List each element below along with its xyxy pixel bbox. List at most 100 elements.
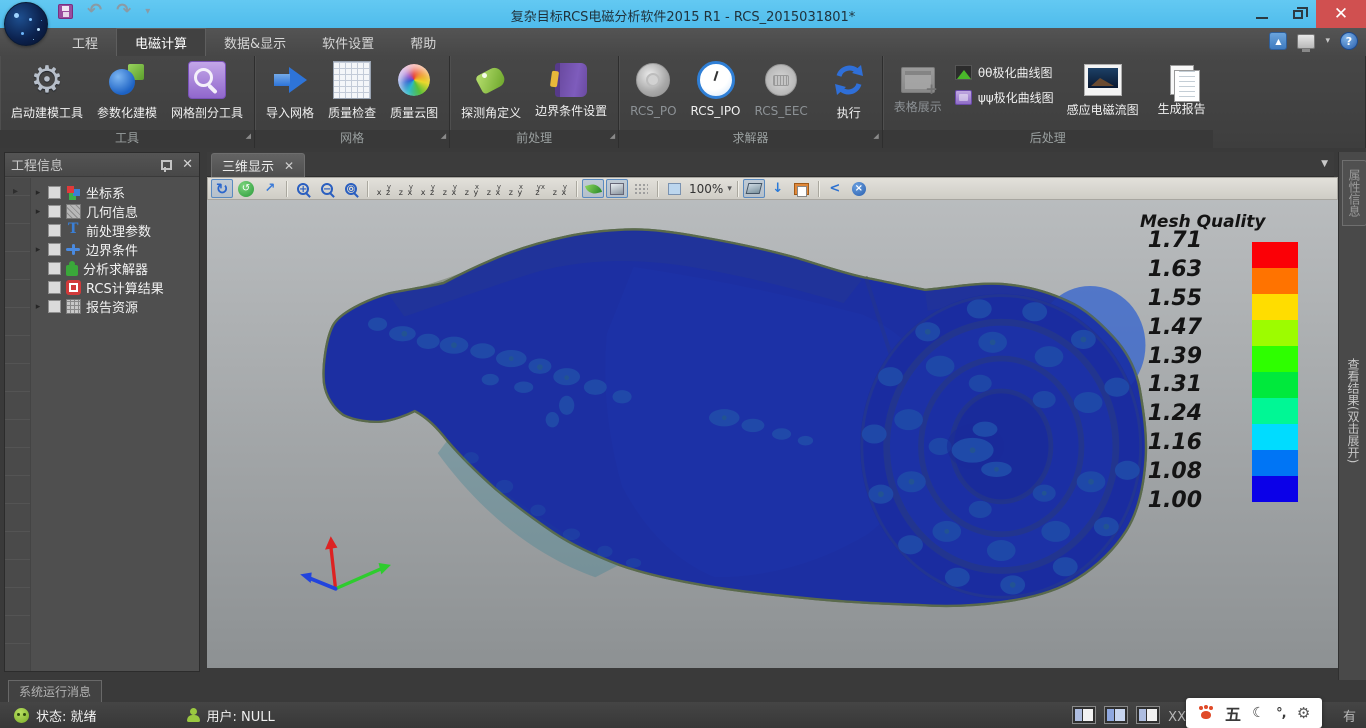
tab-help[interactable]: 帮助: [392, 28, 454, 56]
zoom-out-button[interactable]: −: [316, 179, 338, 198]
psi-curve-button[interactable]: ψψ极化曲线图: [955, 89, 1054, 106]
close-button[interactable]: ✕: [1316, 0, 1366, 28]
ime-gear-icon[interactable]: ⚙: [1297, 704, 1310, 722]
checkbox[interactable]: [48, 300, 61, 313]
user-text: 用户: NULL: [207, 706, 275, 725]
minimize-button[interactable]: [1244, 0, 1280, 28]
checkbox[interactable]: [48, 281, 61, 294]
zoom-in-button[interactable]: +: [292, 179, 314, 198]
tree-item-solver[interactable]: 分析求解器: [31, 259, 197, 278]
layout-split-button[interactable]: [1104, 706, 1128, 724]
viewport-3d[interactable]: Mesh Quality 1.711.631.551.471.391.311.2…: [207, 200, 1338, 668]
tree-item-boundary[interactable]: ▸ 边界条件: [31, 240, 197, 259]
tab-data-display[interactable]: 数据&显示: [206, 28, 304, 56]
layout-left-panel-button[interactable]: [1072, 706, 1096, 724]
view-orientation-button[interactable]: x z y: [461, 179, 483, 198]
opacity-button[interactable]: [663, 179, 685, 198]
group-expander-icon[interactable]: ◢: [246, 128, 251, 145]
clear-button[interactable]: ×: [848, 179, 870, 198]
app-logo[interactable]: [4, 2, 48, 46]
run-button[interactable]: 执行: [820, 58, 878, 128]
divider: [818, 181, 819, 197]
boundary-settings-button[interactable]: 边界条件设置: [528, 58, 614, 128]
group-expander-icon[interactable]: ◢: [441, 128, 446, 145]
pin-icon[interactable]: [160, 159, 170, 171]
tab-system-messages[interactable]: 系统运行消息: [8, 680, 102, 702]
tab-3d-display[interactable]: 三维显示 ✕: [211, 153, 305, 177]
view-orientation-button[interactable]: y x z: [373, 179, 395, 198]
collapse-ribbon-icon[interactable]: ▲: [1269, 32, 1287, 50]
orbit-view-button[interactable]: ↺: [235, 179, 257, 198]
help-icon[interactable]: ?: [1340, 32, 1358, 50]
view-orientation-button[interactable]: y z x: [483, 179, 505, 198]
zoom-level: 100%: [689, 182, 723, 196]
rotate-view-button[interactable]: ↻: [211, 179, 233, 198]
display-options-icon[interactable]: [1297, 34, 1315, 49]
expand-arrow-icon[interactable]: ▸: [33, 245, 43, 255]
checkbox[interactable]: [48, 205, 61, 218]
induced-current-button[interactable]: 感应电磁流图: [1060, 58, 1146, 128]
tree-item-report-resource[interactable]: ▸ 报告资源: [31, 297, 197, 316]
launch-modeling-button[interactable]: 启动建模工具: [4, 58, 90, 128]
tree-item-preprocess[interactable]: 前处理参数: [31, 221, 197, 240]
shaded-mode-button[interactable]: [606, 179, 628, 198]
rcs-po-button[interactable]: RCS_PO: [623, 58, 683, 128]
tab-em-computation[interactable]: 电磁计算: [116, 28, 206, 56]
probe-angle-button[interactable]: 探测角定义: [454, 58, 528, 128]
checkbox[interactable]: [48, 224, 61, 237]
scene-settings-button[interactable]: [791, 179, 813, 198]
view-orientation-button[interactable]: yx z: [527, 179, 549, 198]
close-panel-icon[interactable]: ✕: [182, 157, 193, 172]
clip-plane-button[interactable]: [743, 179, 765, 198]
group-expander-icon[interactable]: ◢: [610, 128, 615, 145]
expand-arrow-icon[interactable]: ▸: [33, 207, 43, 217]
tree-item-geometry[interactable]: ▸ 几何信息: [31, 202, 197, 221]
wireframe-mode-button[interactable]: [630, 179, 652, 198]
tab-view-results[interactable]: 查看结果(双击展开): [1345, 358, 1362, 463]
pan-view-button[interactable]: ↗: [259, 179, 281, 198]
checkbox[interactable]: [48, 186, 61, 199]
view-orientation-button[interactable]: y z x: [439, 179, 461, 198]
view-orientation-button[interactable]: y z x: [395, 179, 417, 198]
tab-properties[interactable]: 属性信息: [1342, 160, 1366, 226]
expand-arrow-icon[interactable]: ▸: [33, 302, 43, 312]
group-expander-icon[interactable]: ◢: [873, 128, 878, 145]
picture-icon: [1084, 64, 1122, 96]
ime-punctuation[interactable]: °,: [1276, 706, 1285, 721]
display-dropdown-icon[interactable]: ▾: [1325, 36, 1330, 46]
ime-paw-icon[interactable]: [1198, 706, 1214, 720]
rcs-eec-button[interactable]: RCS_EEC: [748, 58, 815, 128]
share-flow-button[interactable]: <: [824, 179, 846, 198]
import-mesh-button[interactable]: 导入网格: [259, 58, 321, 128]
expand-arrow-icon[interactable]: ▸: [33, 188, 43, 198]
theta-curve-button[interactable]: θθ极化曲线图: [955, 64, 1054, 81]
down-direction-button[interactable]: ↓: [767, 179, 789, 198]
tree-item-coordinate[interactable]: ▸ 坐标系: [31, 183, 197, 202]
tab-project[interactable]: 工程: [54, 28, 116, 56]
ime-mode[interactable]: 五: [1225, 701, 1241, 725]
layout-bottom-panel-button[interactable]: [1136, 706, 1160, 724]
close-tab-icon[interactable]: ✕: [284, 159, 294, 173]
tab-list-dropdown-icon[interactable]: ▼: [1321, 159, 1328, 169]
generate-report-button[interactable]: 生成报告: [1151, 58, 1213, 128]
checkbox[interactable]: [48, 262, 61, 275]
quality-check-button[interactable]: 质量检查: [321, 58, 383, 128]
zoom-dropdown-icon[interactable]: ▾: [727, 184, 732, 194]
tree-item-rcs-result[interactable]: RCS计算结果: [31, 278, 197, 297]
rcs-ipo-button[interactable]: RCS_IPO: [684, 58, 748, 128]
parametric-modeling-button[interactable]: 参数化建模: [90, 58, 164, 128]
legend-value: 1.55: [1140, 287, 1202, 316]
view-orientation-button[interactable]: y x z: [417, 179, 439, 198]
checkbox[interactable]: [48, 243, 61, 256]
mesh-tool-button[interactable]: 网格剖分工具: [164, 58, 250, 128]
view-orientation-button[interactable]: x z y: [505, 179, 527, 198]
table-display-button[interactable]: 表格展示: [887, 58, 949, 128]
ime-moon-icon[interactable]: ☾: [1252, 705, 1265, 721]
render-mode-button[interactable]: [582, 179, 604, 198]
quality-cloud-button[interactable]: 质量云图: [383, 58, 445, 128]
view-orientation-button[interactable]: y z x: [549, 179, 571, 198]
zoom-window-button[interactable]: ⊙: [340, 179, 362, 198]
expand-arrow-icon[interactable]: ▸: [13, 186, 18, 197]
tab-settings[interactable]: 软件设置: [304, 28, 392, 56]
restore-button[interactable]: [1280, 0, 1316, 28]
